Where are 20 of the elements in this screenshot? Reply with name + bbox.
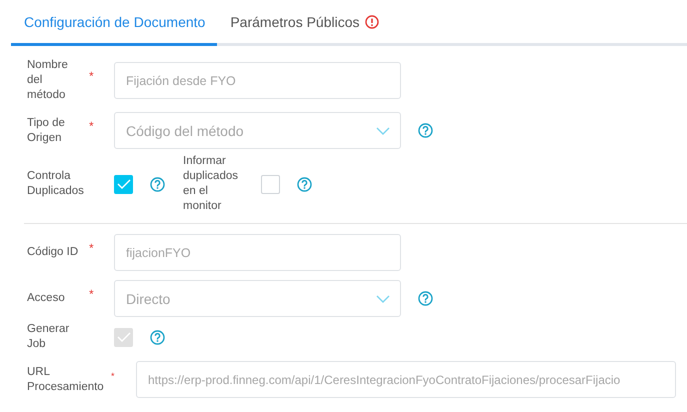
select-field[interactable]: Directo [114,280,401,317]
tab[interactable]: Configuración de Documento [11,14,218,46]
field-label: Controla Duplicados [27,169,85,199]
select-field[interactable]: Código del método [114,112,401,149]
text-field[interactable]: Fijación desde FYO [114,62,401,99]
field-label: URL Procesamiento [27,364,105,394]
field-label: Código ID [27,245,80,260]
field-label: Generar Job [27,322,70,352]
required-mark: * [111,370,115,380]
text-field[interactable]: https://erp-prod.finneg.com/api/1/CeresIntegracionFyoContratoFijaciones/procesarFijacio [136,361,676,398]
field-label: Tipo de Origen [27,116,66,146]
required-mark: * [89,118,94,132]
required-mark: * [89,286,94,300]
text-field[interactable]: fijacionFYO [114,234,401,271]
required-mark: * [89,240,94,254]
field-label: Nombre del método [27,58,69,103]
tab[interactable]: Parámetros Públicos [217,14,391,46]
required-mark: * [89,68,94,82]
field-label: Informar duplicados en el monitor [182,154,239,214]
field-label: Acceso [27,291,66,306]
